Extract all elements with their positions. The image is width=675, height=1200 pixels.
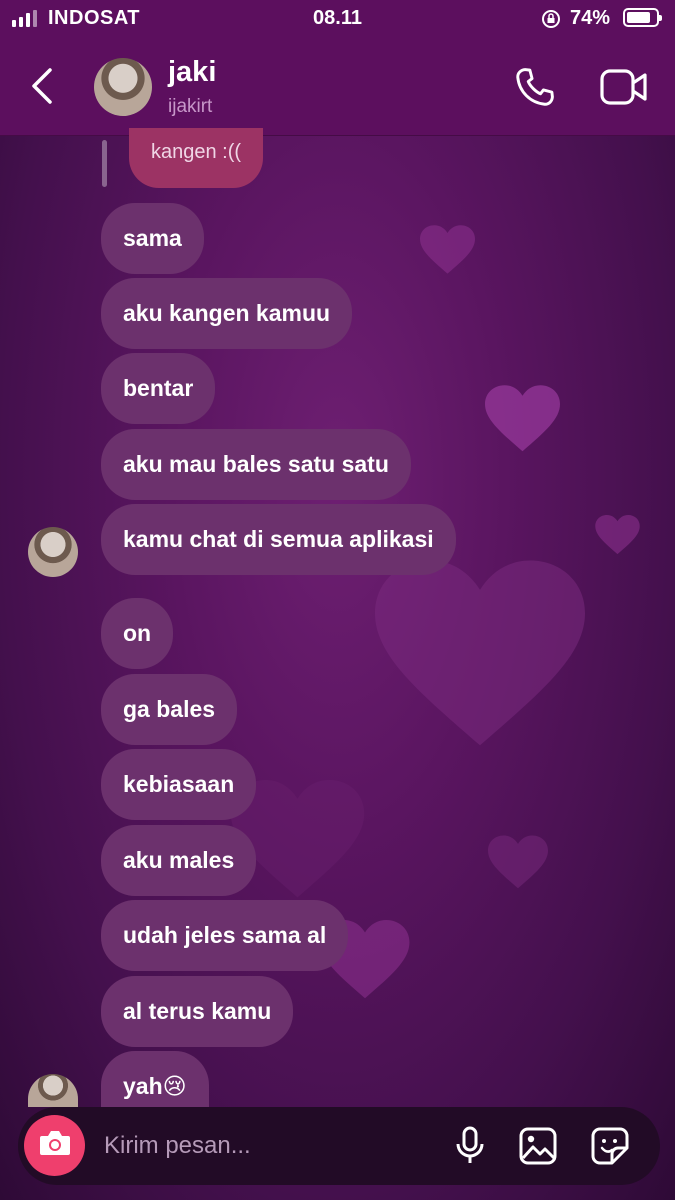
- sender-avatar[interactable]: [28, 1074, 78, 1107]
- rotation-lock-icon: [541, 9, 561, 34]
- message-bubble[interactable]: kebiasaan: [101, 749, 257, 820]
- contact-avatar[interactable]: [94, 58, 152, 116]
- contact-name[interactable]: jaki: [168, 56, 216, 89]
- camera-icon: [38, 1128, 72, 1163]
- message-bubble[interactable]: bentar: [101, 353, 216, 424]
- message-bubble[interactable]: aku males: [101, 825, 257, 896]
- camera-button[interactable]: [24, 1115, 85, 1176]
- background-heart: [485, 385, 560, 453]
- message-bubble[interactable]: udah jeles sama al: [101, 900, 349, 971]
- message-bubble[interactable]: kamu chat di semua aplikasi: [101, 504, 456, 575]
- microphone-icon[interactable]: [453, 1126, 487, 1171]
- status-bar: INDOSAT 08.11 74%: [0, 0, 675, 38]
- video-icon[interactable]: [600, 68, 648, 111]
- reply-indicator-line: [102, 140, 107, 187]
- back-chevron-icon[interactable]: [26, 64, 58, 113]
- message-bubble[interactable]: al terus kamu: [101, 976, 294, 1047]
- message-bubble[interactable]: ga bales: [101, 674, 238, 745]
- background-heart: [595, 515, 640, 555]
- phone-icon[interactable]: [513, 65, 557, 114]
- message-bubble[interactable]: yah😢: [101, 1051, 209, 1107]
- gallery-icon[interactable]: [518, 1126, 558, 1171]
- replied-message[interactable]: kangen :((: [129, 128, 264, 188]
- contact-username: ijakirt: [168, 96, 213, 117]
- message-bubble[interactable]: on: [101, 598, 174, 669]
- message-bubble[interactable]: aku mau bales satu satu: [101, 429, 411, 500]
- background-heart: [488, 835, 548, 890]
- message-input[interactable]: [102, 1121, 426, 1171]
- sticker-icon[interactable]: [590, 1126, 630, 1171]
- background-heart: [420, 225, 475, 275]
- background-heart: [375, 560, 585, 750]
- battery-icon: [623, 8, 662, 27]
- chat-header: jaki ijakirt: [0, 38, 675, 136]
- battery-percent: 74%: [570, 7, 611, 29]
- message-bubble[interactable]: aku kangen kamuu: [101, 278, 353, 349]
- message-bubble[interactable]: sama: [101, 203, 204, 274]
- sender-avatar[interactable]: [28, 527, 78, 577]
- message-composer: [18, 1107, 660, 1185]
